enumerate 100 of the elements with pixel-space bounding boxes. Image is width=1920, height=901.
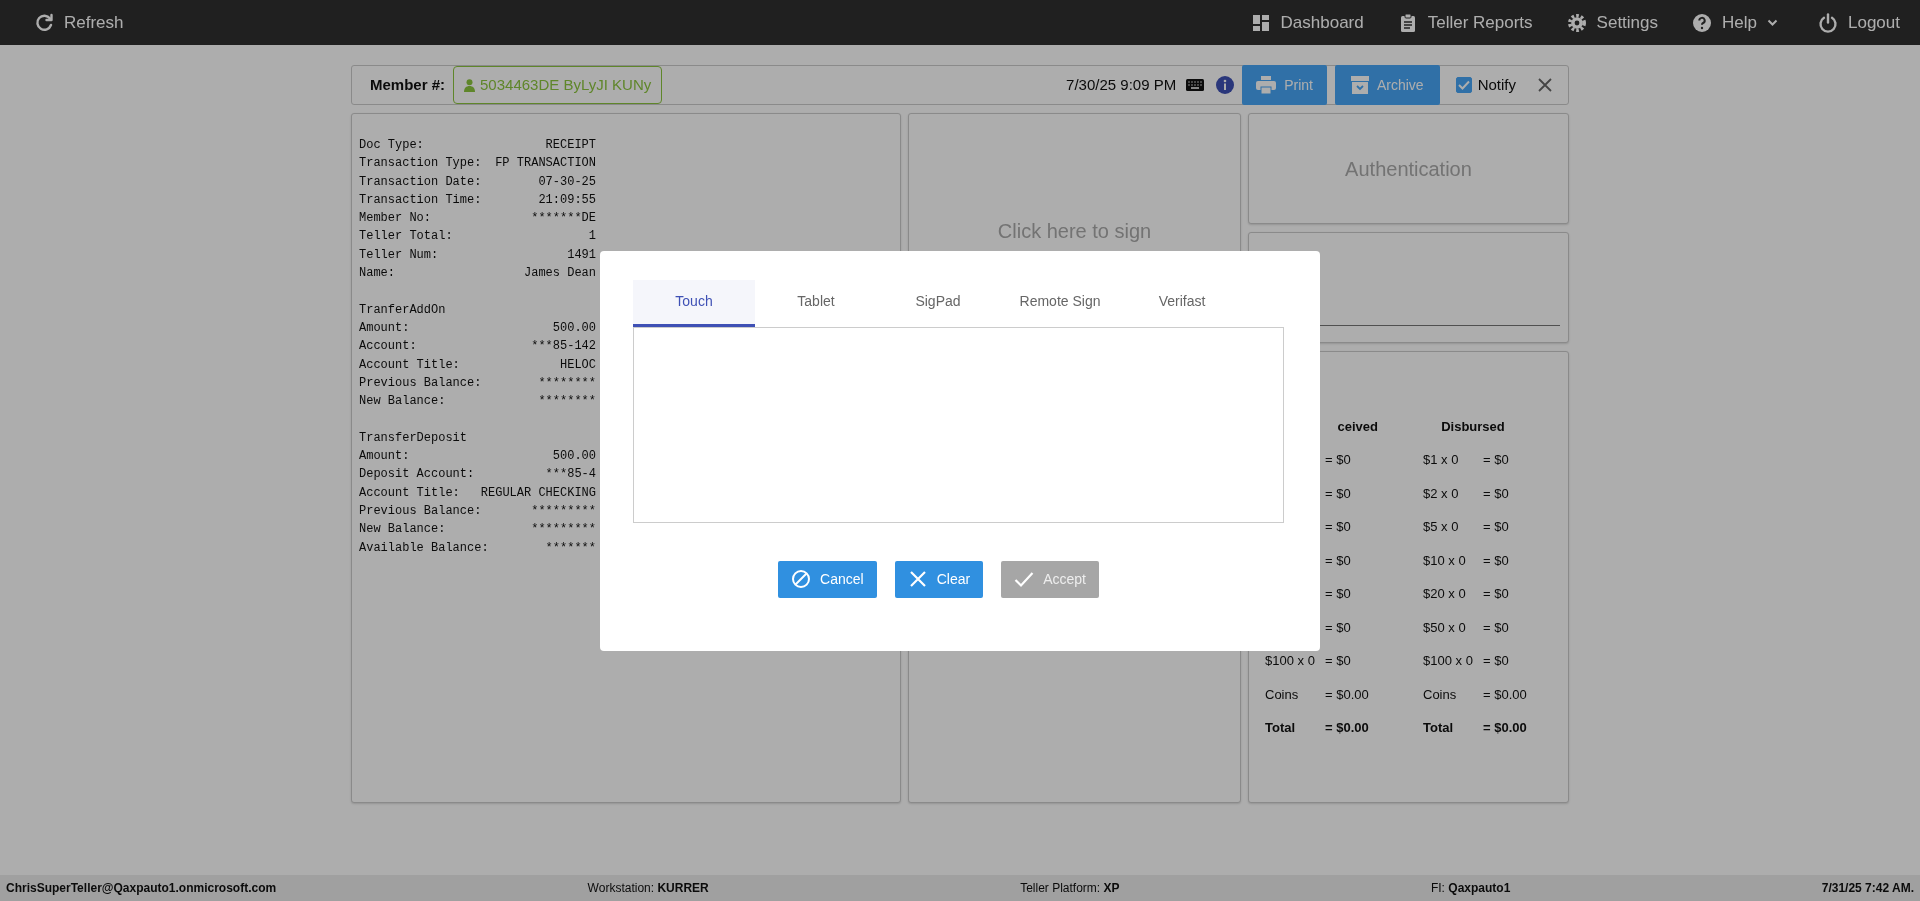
cancel-icon [791, 569, 812, 589]
receipt-heading: TranferAddOn [359, 301, 447, 319]
receipt-label: Doc Type: [359, 137, 424, 154]
denomination-label: Total [1265, 719, 1297, 737]
printer-icon [1256, 76, 1277, 94]
dashboard-icon [1250, 12, 1271, 33]
denomination-label: $100 x 0 [1265, 652, 1316, 670]
receipt-value: ***85-4 [545, 466, 596, 484]
denomination-label: $10 x 0 [1423, 551, 1467, 570]
amount-value: = $0.00 [1325, 685, 1369, 704]
status-field: Teller Platform: XP [1020, 879, 1120, 897]
receipt-value: 1491 [567, 246, 596, 264]
receipt-value: *******DE [531, 210, 596, 228]
amount-value: = $0 [1483, 585, 1509, 603]
receipt-value: 07-30-25 [538, 173, 596, 191]
power-icon [1818, 12, 1838, 33]
amount-value: = $0 [1483, 618, 1509, 637]
amount-value: = $0 [1325, 518, 1351, 536]
receipt-label: Amount: [359, 448, 410, 466]
receipt-label: Transaction Date: [359, 173, 482, 191]
denomination-label: $50 x 0 [1423, 618, 1467, 637]
receipt-value: FP TRANSACTION [495, 155, 596, 173]
amount-value: = $0 [1483, 451, 1509, 469]
archive-box-icon [1350, 76, 1369, 94]
receipt-value: 500.00 [552, 448, 596, 466]
receipt-label: Previous Balance: [359, 374, 482, 392]
close-icon [907, 569, 928, 589]
receipt-value: REGULAR CHECKING [480, 484, 596, 502]
receipt-label: Teller Num: [359, 246, 439, 264]
denomination-label: Coins [1423, 685, 1458, 704]
receipt-value: 500.00 [552, 319, 596, 337]
dashboard-link[interactable]: Dashboard [1250, 9, 1364, 36]
amount-value: = $0 [1325, 451, 1351, 469]
refresh-button[interactable]: Refresh [34, 9, 124, 36]
denomination-label: $1 x 0 [1423, 451, 1460, 469]
date-time: 7/30/25 9:09 PM [1066, 74, 1177, 95]
column-heading: ceived [1337, 419, 1378, 434]
receipt-value: 21:09:55 [538, 191, 596, 209]
receipt-label: Deposit Account: [359, 466, 475, 484]
receipt-label: Account Title: [359, 356, 460, 374]
receipt-label: New Balance: [359, 521, 446, 539]
amount-value: = $0 [1325, 585, 1351, 603]
amount-value: = $0.00 [1325, 719, 1369, 737]
receipt-label: Member No: [359, 210, 431, 228]
amount-value: = $0 [1483, 484, 1509, 503]
signature-tab[interactable]: Touch [633, 279, 755, 327]
refresh-icon [34, 12, 54, 33]
denomination-label: $2 x 0 [1423, 484, 1460, 503]
receipt-value: ********* [531, 502, 596, 520]
receipt-label: Amount: [359, 319, 410, 337]
user-name: ChrisSuperTeller@Qaxpauto1.onmicrosoft.com [6, 880, 277, 897]
denomination-label: $5 x 0 [1423, 518, 1460, 536]
receipt-value: HELOC [560, 356, 596, 374]
amount-value: = $0.00 [1483, 719, 1527, 737]
clear-button[interactable]: Clear [894, 560, 984, 598]
receipt-value: 1 [588, 228, 596, 246]
status-field: FI: Qaxpauto1 [1430, 879, 1511, 897]
receipt-label: Teller Total: [359, 228, 453, 246]
denomination-label: $20 x 0 [1423, 585, 1467, 603]
help-icon [1692, 12, 1713, 33]
keyboard-icon [1186, 79, 1205, 91]
receipt-label: Transaction Type: [359, 155, 482, 173]
receipt-value: ***85-142 [531, 338, 596, 356]
settings-link[interactable]: Settings [1566, 9, 1659, 36]
column-heading: Disbursed [1441, 419, 1505, 434]
checkbox[interactable] [1455, 77, 1472, 93]
status-date-time: 7/31/25 7:42 AM. [1821, 880, 1914, 897]
amount-value: = $0 [1483, 518, 1509, 536]
amount-value: = $0 [1483, 652, 1509, 670]
notify-checkbox[interactable]: Notify [1455, 73, 1516, 97]
amount-value: = $0 [1483, 551, 1509, 570]
amount-value: = $0.00 [1483, 685, 1527, 704]
denomination-label: Total [1423, 719, 1455, 737]
close-icon [1538, 78, 1552, 92]
amount-value: = $0 [1325, 484, 1351, 503]
help-menu[interactable]: Help [1692, 9, 1778, 36]
status-field: Workstation: KURRER [587, 879, 709, 897]
amount-value: = $0 [1325, 618, 1351, 637]
receipt-heading: TransferDeposit [359, 429, 469, 447]
receipt-value: James Dean [524, 265, 596, 283]
receipt-value: ******** [538, 393, 596, 411]
receipt-value: ********* [531, 521, 596, 539]
receipt-label: Account: [359, 338, 417, 356]
denomination-label: $100 x 0 [1423, 652, 1474, 670]
receipt-label: Available Balance: [359, 539, 489, 557]
field-label: Member #: [370, 74, 446, 95]
cancel-button[interactable]: Cancel [778, 560, 877, 598]
check-icon [1014, 569, 1035, 589]
person-icon [464, 78, 476, 92]
denomination-label: Coins [1265, 685, 1300, 704]
receipt-label: New Balance: [359, 393, 446, 411]
caret-icon [1767, 18, 1778, 27]
receipt-value: RECEIPT [545, 137, 596, 154]
amount-value: = $0 [1325, 551, 1351, 570]
logout-button[interactable]: Logout [1818, 9, 1900, 36]
receipt-label: Account Title: [359, 484, 460, 502]
receipt-label: Transaction Time: [359, 191, 482, 209]
amount-value: = $0 [1325, 652, 1351, 670]
panel-title: Authentication [1345, 156, 1472, 182]
reports-link[interactable]: Teller Reports [1397, 9, 1533, 36]
